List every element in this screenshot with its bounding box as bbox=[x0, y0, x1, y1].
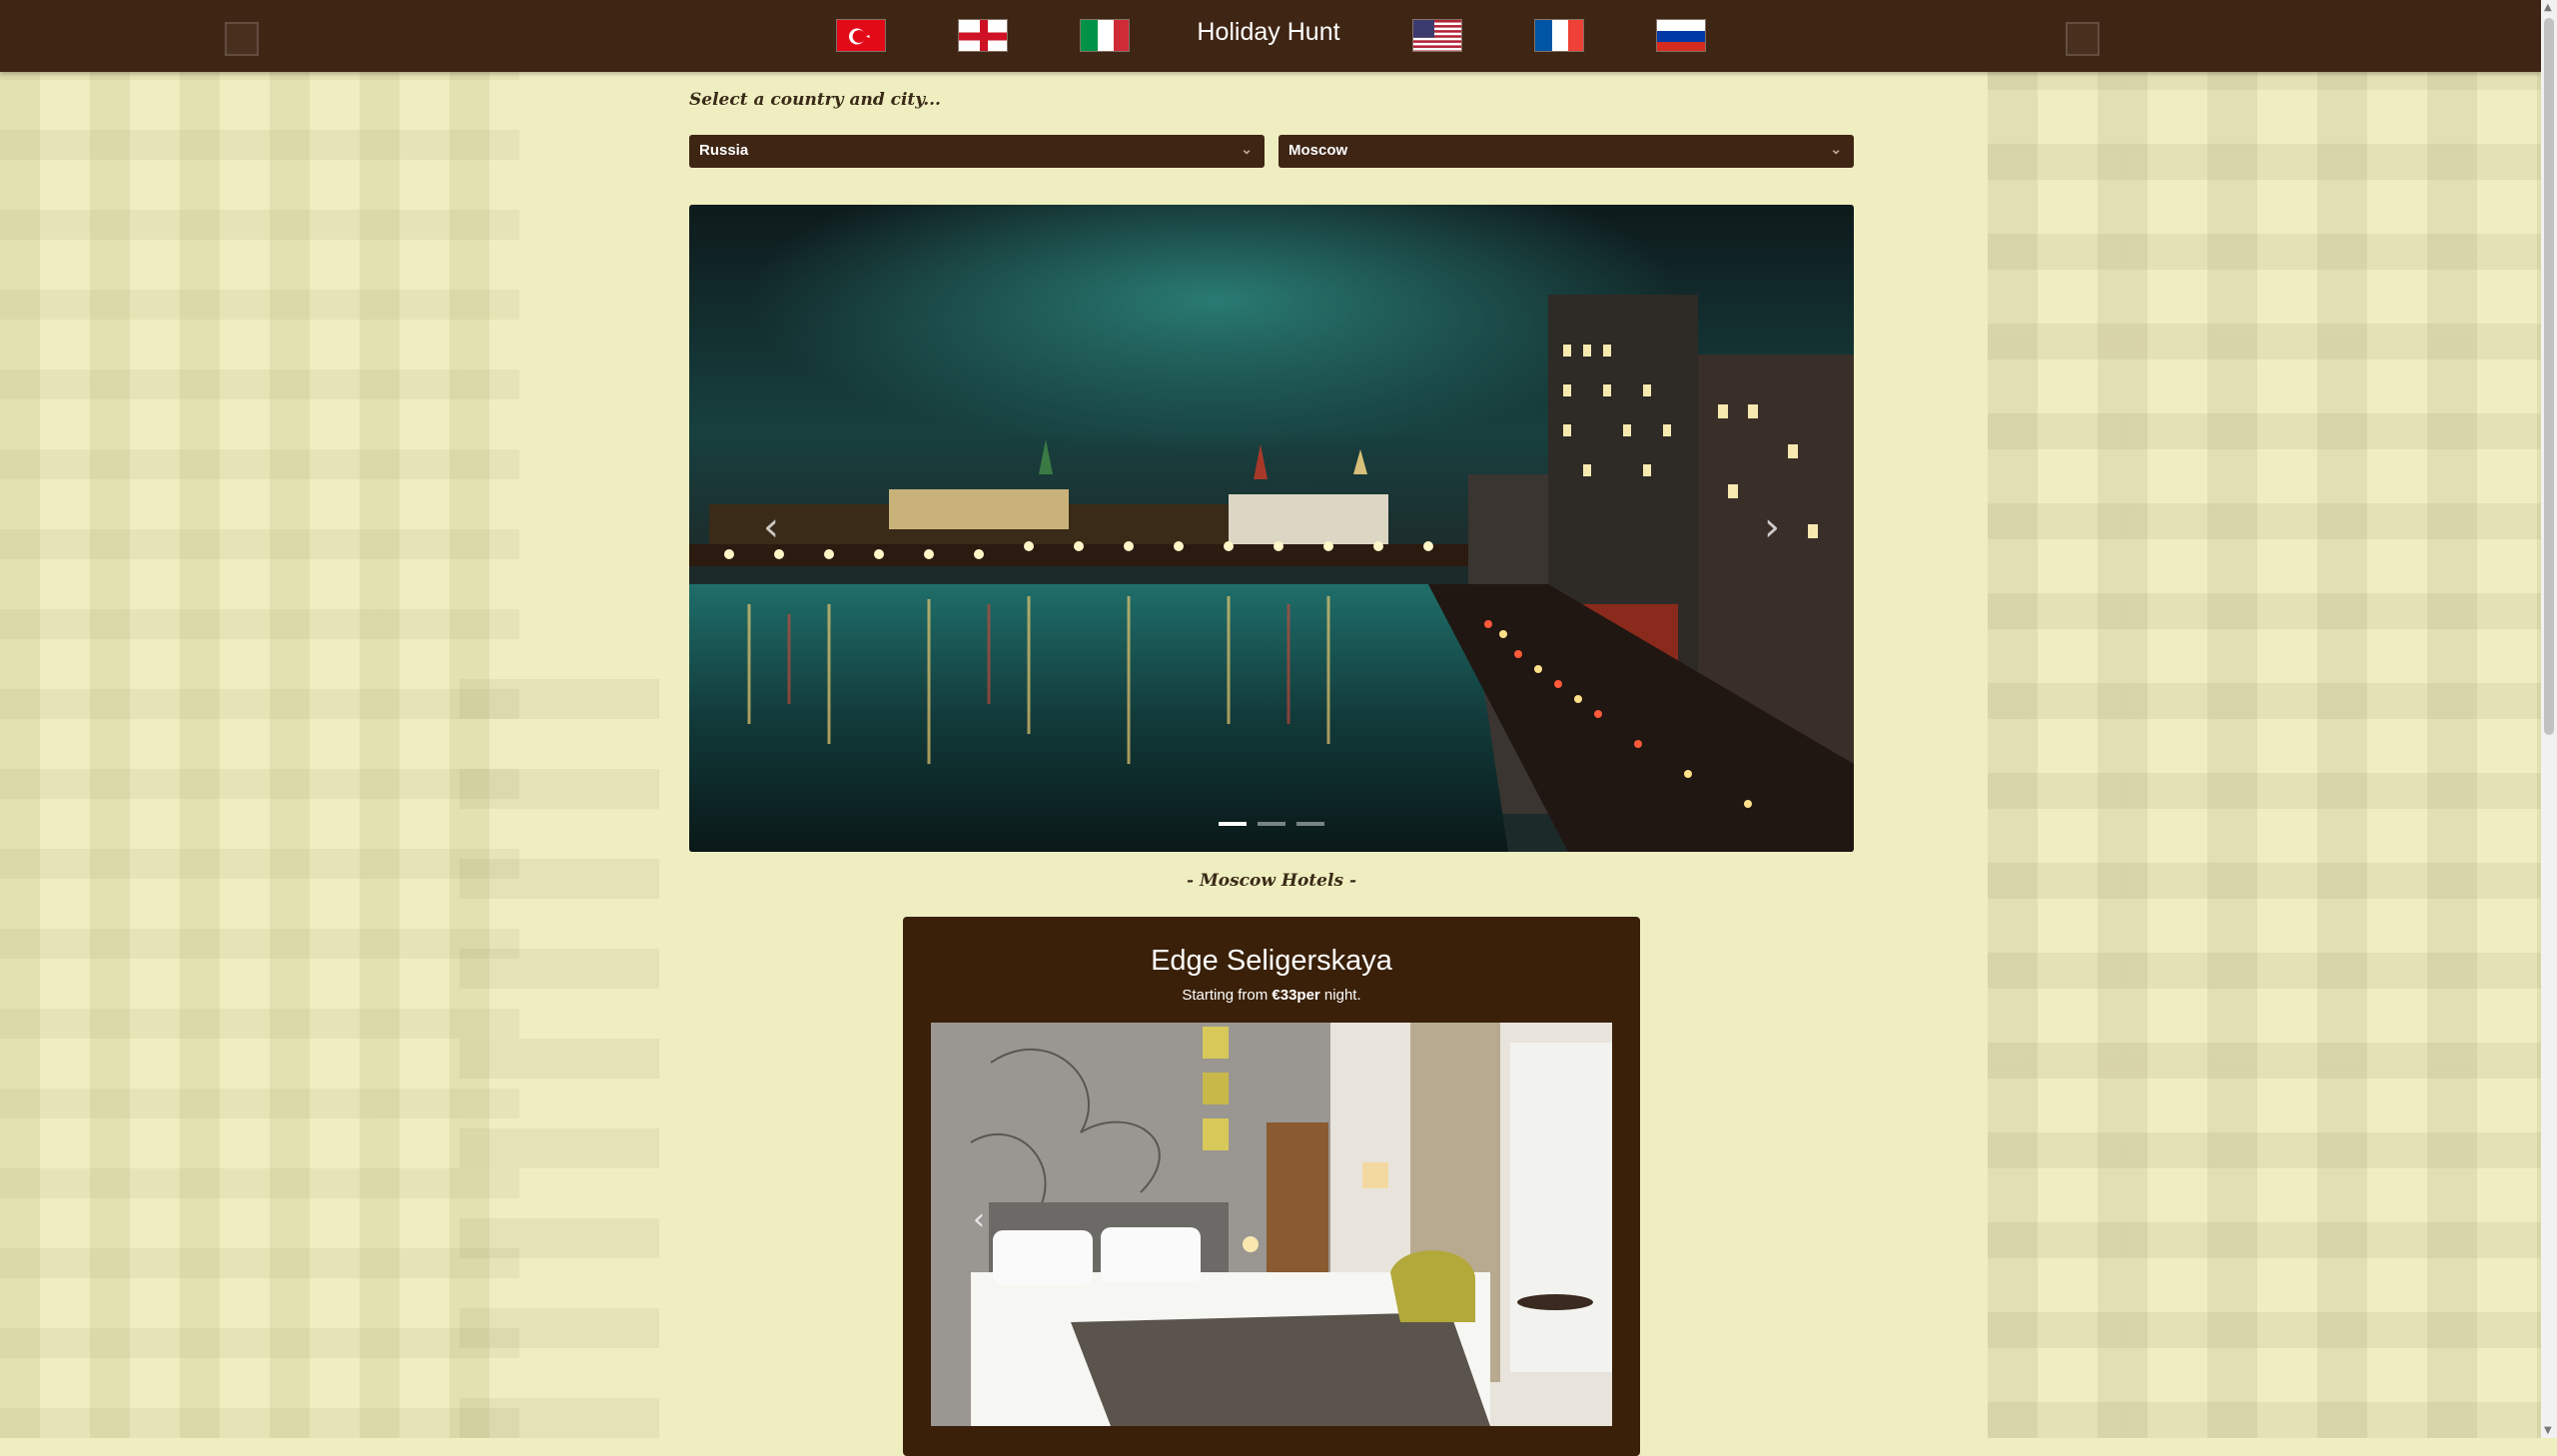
moscow-night-photo bbox=[689, 205, 1854, 852]
hero-indicators bbox=[689, 811, 1854, 830]
scroll-up-icon[interactable]: ▲ bbox=[2544, 2, 2552, 13]
city-select[interactable]: Moscow ⌄ bbox=[1278, 135, 1854, 168]
hotel-price-line: Starting from €33per night. bbox=[903, 987, 1640, 1004]
hotel-room-photo bbox=[931, 1023, 1612, 1426]
hotel-name: Edge Seligerskaya bbox=[1151, 945, 1392, 977]
scroll-down-icon[interactable]: ▼ bbox=[2544, 1425, 2552, 1436]
country-select-value: Russia bbox=[699, 142, 749, 159]
price-suffix: night. bbox=[1319, 987, 1361, 1004]
hotel-card: Edge Seligerskaya Starting from €33per n… bbox=[903, 917, 1640, 1456]
city-select-value: Moscow bbox=[1288, 142, 1348, 159]
hero-prev-arrow-icon[interactable]: ‹ bbox=[763, 504, 779, 550]
england-flag-icon[interactable] bbox=[958, 19, 1008, 52]
brand-title[interactable]: Holiday Hunt bbox=[1139, 18, 1398, 47]
hero-indicator-1[interactable] bbox=[1218, 822, 1247, 826]
city-carousel: ‹ › bbox=[689, 205, 1854, 852]
hotel-prev-arrow-icon[interactable]: ‹ bbox=[973, 1202, 985, 1237]
hero-indicator-3[interactable] bbox=[1296, 822, 1325, 826]
country-select[interactable]: Russia ⌄ bbox=[689, 135, 1265, 168]
italy-flag-icon[interactable] bbox=[1080, 19, 1130, 52]
price-value: €33per bbox=[1272, 987, 1320, 1004]
hero-indicator-2[interactable] bbox=[1258, 822, 1285, 826]
select-prompt: Select a country and city... bbox=[689, 90, 941, 110]
price-prefix: Starting from bbox=[1182, 987, 1273, 1004]
page-scrollbar[interactable]: ▲ ▼ bbox=[2541, 0, 2557, 1438]
usa-flag-icon[interactable] bbox=[1412, 19, 1462, 52]
scrollbar-thumb[interactable] bbox=[2544, 18, 2554, 735]
chevron-down-icon: ⌄ bbox=[1830, 141, 1842, 157]
hero-next-arrow-icon[interactable]: › bbox=[1764, 504, 1780, 550]
france-flag-icon[interactable] bbox=[1534, 19, 1584, 52]
hotel-photo-carousel: ‹ bbox=[931, 1023, 1612, 1426]
russia-flag-icon[interactable] bbox=[1656, 19, 1706, 52]
nav-square-icon-left bbox=[225, 22, 259, 56]
top-navbar: Holiday Hunt bbox=[0, 0, 2541, 72]
turkey-flag-icon[interactable] bbox=[836, 19, 886, 52]
hotels-section-title: - Moscow Hotels - bbox=[1186, 871, 1357, 891]
chevron-down-icon: ⌄ bbox=[1241, 141, 1253, 157]
nav-square-icon-right bbox=[2066, 22, 2100, 56]
